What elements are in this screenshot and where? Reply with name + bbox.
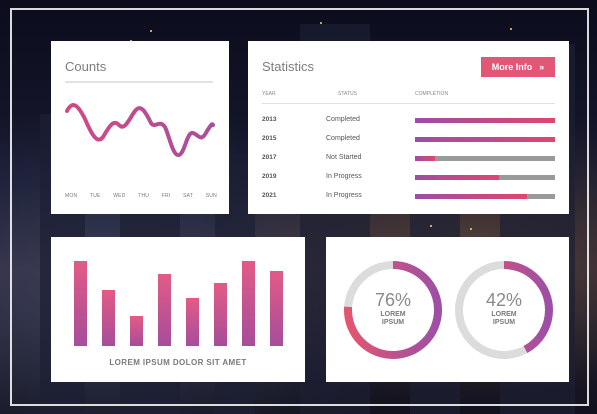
header-divider: [262, 103, 555, 104]
completion-fill: [415, 118, 555, 123]
row-status: Not Started: [326, 154, 362, 161]
column-header-completion: COMPLETION: [415, 91, 449, 97]
day-label: WED: [113, 193, 126, 199]
more-info-button[interactable]: More Info »: [481, 57, 555, 77]
table-row: 2019 In Progress: [248, 173, 569, 192]
row-year: 2021: [262, 192, 277, 199]
completion-bar: [415, 175, 555, 180]
table-row: 2021 In Progress: [248, 192, 569, 211]
completion-bar: [415, 156, 555, 161]
bar: [186, 298, 199, 346]
bar: [270, 271, 283, 346]
counts-line: [65, 103, 215, 157]
donut-label-2: 42% LOREM IPSUM: [454, 290, 554, 327]
row-year: 2019: [262, 173, 277, 180]
row-year: 2017: [262, 154, 277, 161]
completion-bar: [415, 118, 555, 123]
donut-label-1: 76% LOREM IPSUM: [343, 290, 443, 327]
row-year: 2015: [262, 135, 277, 142]
donut-sub-2: IPSUM: [492, 319, 516, 326]
donut-charts-card: 76% LOREM IPSUM 42% LOREM IPSUM: [326, 237, 569, 382]
counts-line-chart: [65, 103, 215, 157]
row-status: Completed: [326, 135, 360, 142]
bar: [74, 261, 87, 346]
donut-percent: 42%: [485, 290, 523, 310]
completion-bar: [415, 137, 555, 142]
table-row: 2015 Completed: [248, 135, 569, 154]
bar: [214, 282, 227, 346]
row-status: In Progress: [326, 192, 362, 199]
row-status: In Progress: [326, 173, 362, 180]
statistics-card: Statistics More Info » YEAR STATUS COMPL…: [248, 41, 569, 214]
donut-sub-2: IPSUM: [381, 319, 405, 326]
more-info-label: More Info: [491, 62, 533, 72]
day-label: SAT: [183, 193, 194, 199]
bar-chart-card: LOREM IPSUM DOLOR SIT AMET: [51, 237, 305, 382]
day-label: FRI: [161, 193, 171, 199]
day-label: MON: [65, 193, 78, 199]
donut-sub-1: LOREM: [380, 311, 406, 318]
column-header-status: STATUS: [338, 91, 357, 97]
completion-fill: [415, 137, 555, 142]
row-status: Completed: [326, 116, 360, 123]
day-label: SUN: [205, 193, 217, 199]
column-header-year: YEAR: [262, 91, 276, 97]
donut-percent: 76%: [374, 290, 412, 310]
bar: [158, 274, 171, 346]
completion-fill: [415, 194, 527, 199]
day-label: THU: [138, 193, 150, 199]
counts-card: Counts MON TUE WED THU FRI SAT SUN: [51, 41, 229, 214]
row-year: 2013: [262, 116, 277, 123]
statistics-title: Statistics: [262, 59, 315, 74]
bar-chart-caption: LOREM IPSUM DOLOR SIT AMET: [109, 358, 247, 367]
table-row: 2017 Not Started: [248, 154, 569, 173]
bar: [130, 315, 143, 346]
donut-sub-1: LOREM: [491, 311, 517, 318]
completion-bar: [415, 194, 555, 199]
completion-fill: [415, 156, 435, 161]
table-row: 2013 Completed: [248, 116, 569, 135]
double-chevron-down-icon: »: [539, 61, 545, 72]
day-label: TUE: [89, 193, 101, 199]
bar: [242, 261, 255, 346]
completion-fill: [415, 175, 499, 180]
counts-day-labels: MON TUE WED THU FRI SAT SUN: [65, 193, 217, 199]
bar: [102, 289, 115, 346]
